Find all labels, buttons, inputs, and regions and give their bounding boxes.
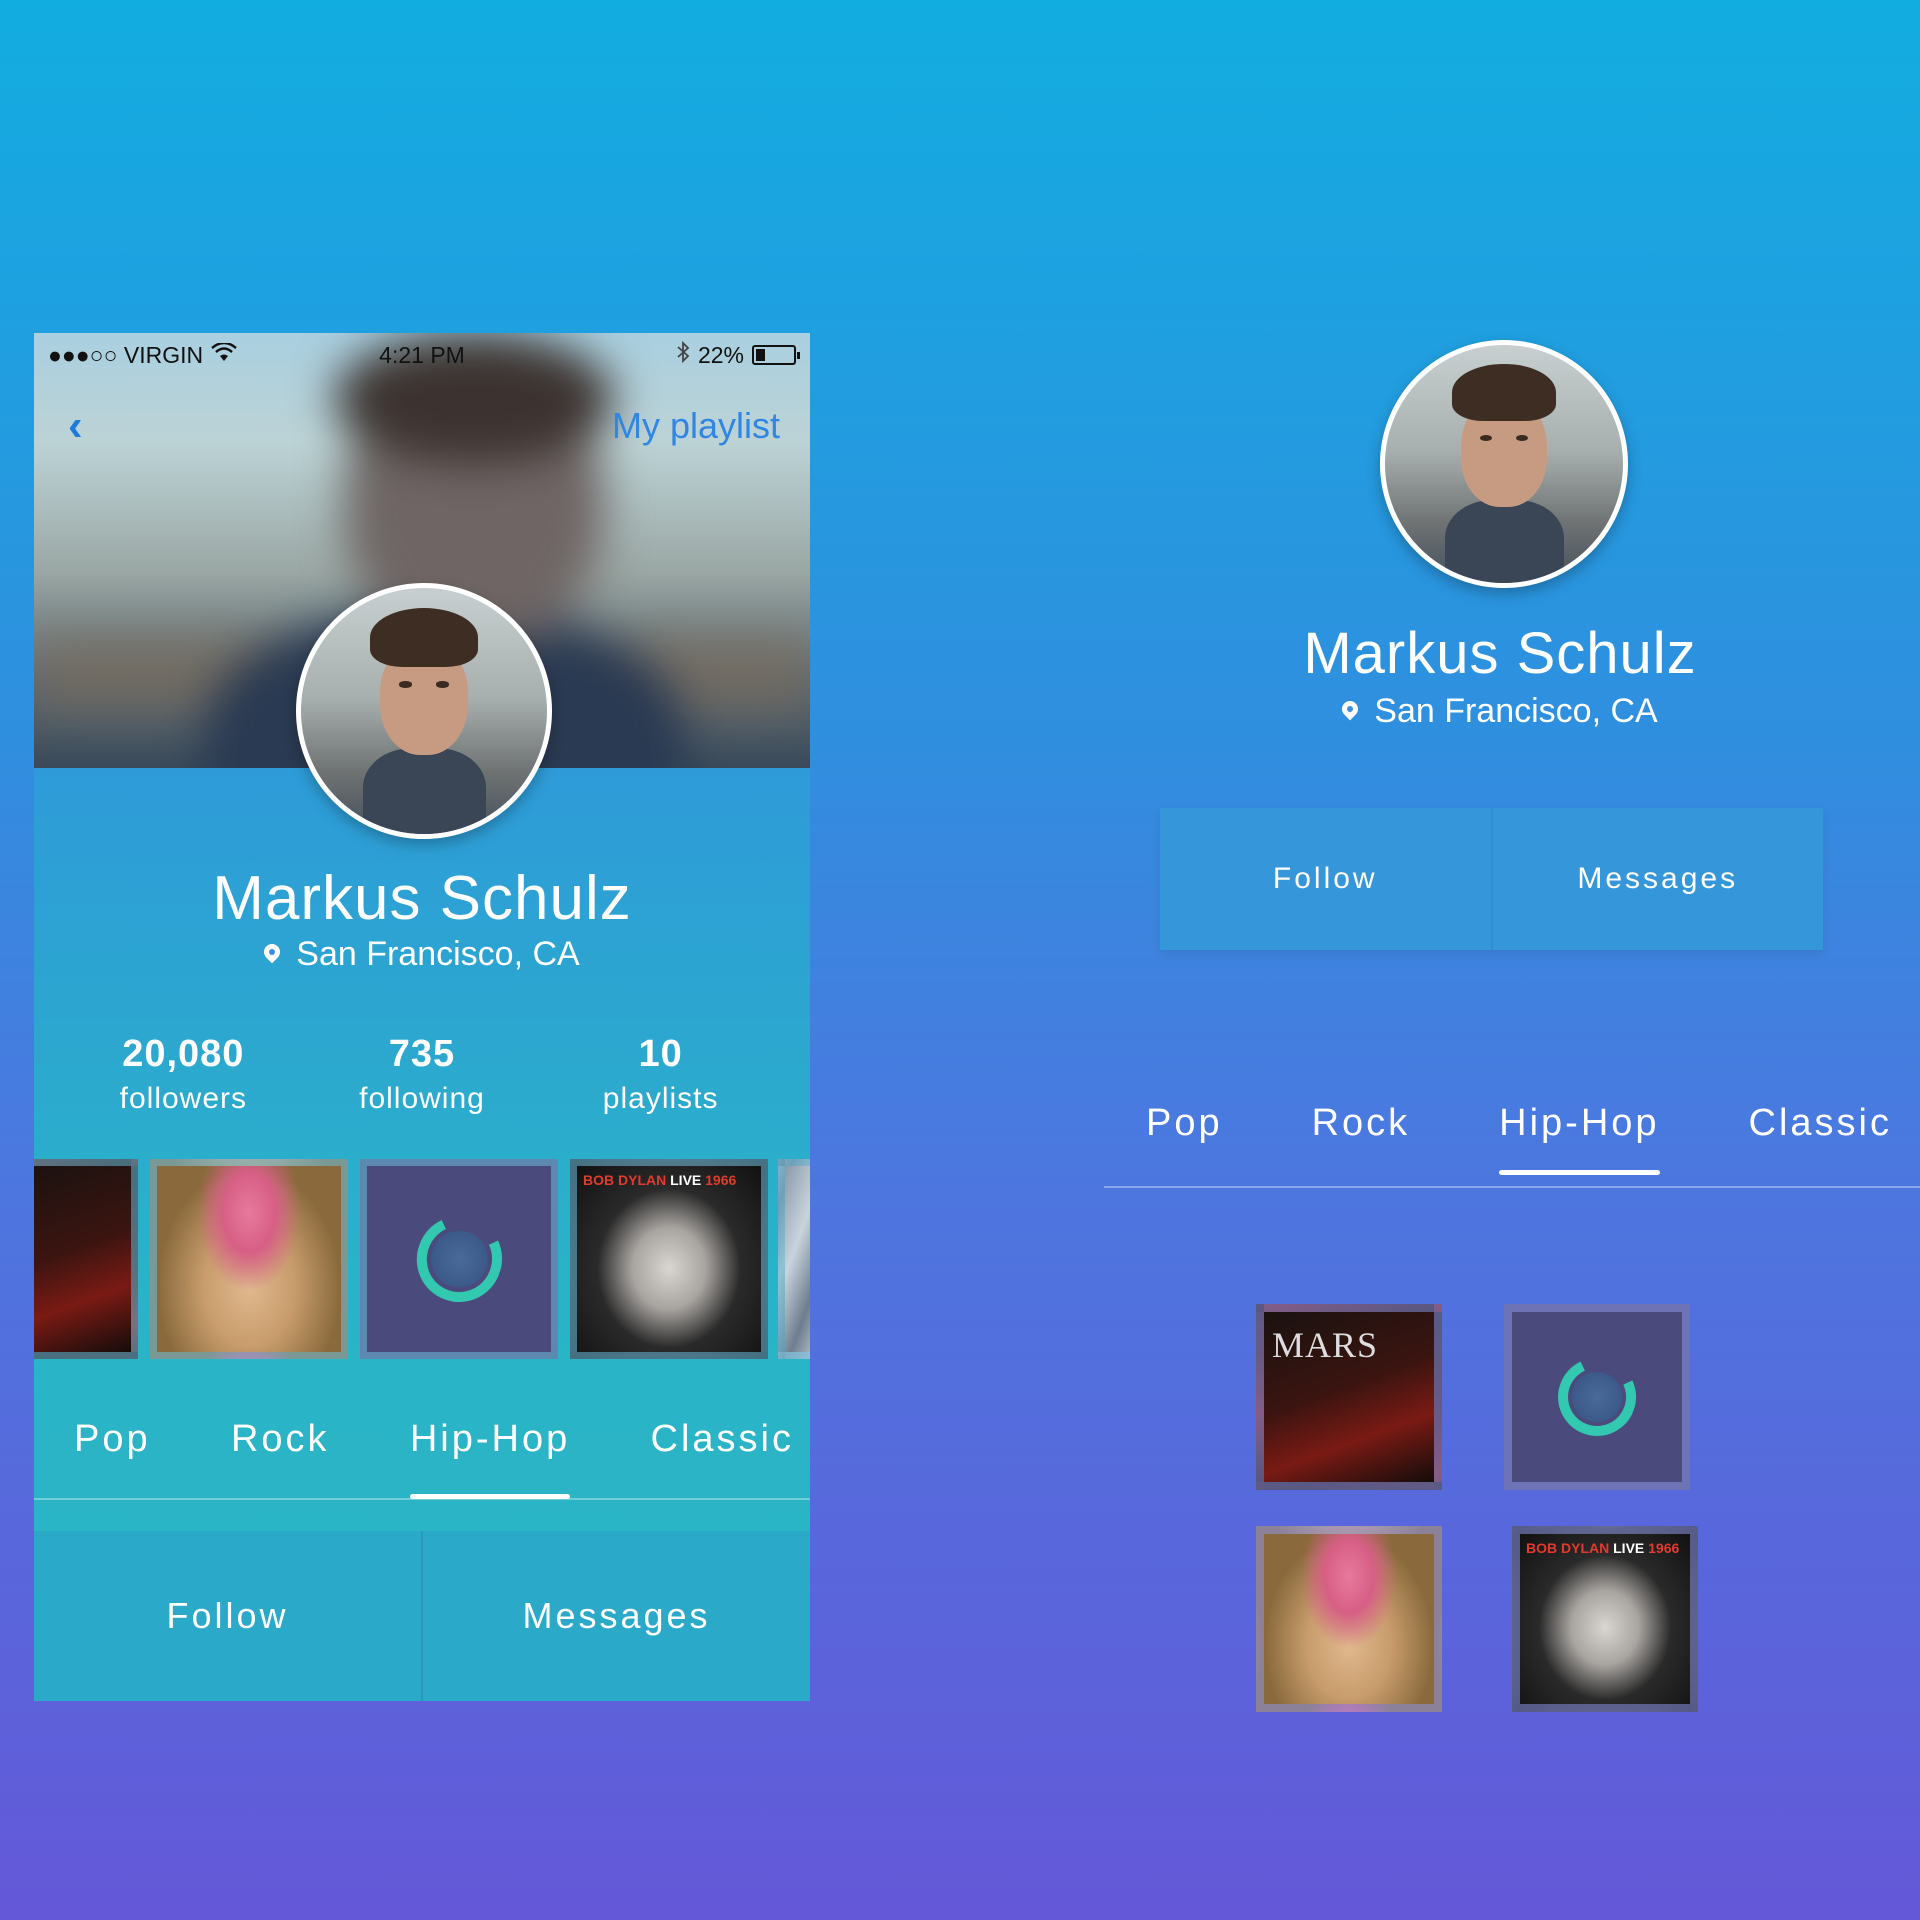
- album-tile-mars[interactable]: MARS: [1256, 1304, 1442, 1490]
- album-cover-mars[interactable]: [34, 1159, 138, 1359]
- location-pin-icon: [1342, 701, 1358, 723]
- genre-tabs-large: Pop Rock Hip-Hop Classic: [1146, 1102, 1892, 1175]
- stat-playlists[interactable]: 10 playlists: [561, 1033, 761, 1116]
- album-cover-sting[interactable]: [778, 1159, 810, 1359]
- album-cover-bob-dylan[interactable]: BOB DYLAN LIVE 1966: [570, 1159, 768, 1359]
- ring-artwork-icon: [1546, 1346, 1648, 1448]
- album-cover-lana-del-rey[interactable]: [150, 1159, 348, 1359]
- album-title: BOB DYLAN: [1526, 1540, 1610, 1556]
- profile-actions-card: Follow Messages: [1160, 808, 1823, 950]
- profile-stats: 20,080 followers 735 following 10 playli…: [34, 1033, 810, 1116]
- profile-name-large: Markus Schulz: [1303, 621, 1697, 686]
- status-bar: ●●●○○ VIRGIN 4:21 PM 22%: [34, 333, 810, 377]
- profile-name: Markus Schulz: [212, 864, 632, 933]
- album-tile-ring[interactable]: [1504, 1304, 1690, 1490]
- profile-actions: Follow Messages: [34, 1531, 810, 1701]
- stat-following[interactable]: 735 following: [322, 1033, 522, 1116]
- album-title-live: LIVE: [670, 1172, 702, 1188]
- messages-button-large[interactable]: Messages: [1490, 808, 1824, 950]
- stat-label: following: [359, 1082, 485, 1115]
- tab-hip-hop[interactable]: Hip-Hop: [1499, 1102, 1660, 1175]
- tabs-divider: [34, 1498, 810, 1500]
- tab-classic[interactable]: Classic: [1749, 1102, 1892, 1145]
- stat-label: followers: [119, 1082, 248, 1115]
- battery-percent: 22%: [697, 341, 744, 368]
- follow-button-large[interactable]: Follow: [1160, 808, 1491, 950]
- bluetooth-icon: [676, 340, 690, 369]
- album-title: MARS: [1272, 1325, 1379, 1365]
- stat-value: 10: [638, 1033, 683, 1075]
- album-year: 1966: [705, 1172, 737, 1188]
- tab-hip-hop[interactable]: Hip-Hop: [409, 1418, 571, 1499]
- profile-location-large: San Francisco, CA: [1100, 692, 1900, 731]
- ring-artwork-icon: [404, 1204, 514, 1314]
- location-text: San Francisco, CA: [296, 935, 580, 973]
- album-cover-ring[interactable]: [360, 1159, 558, 1359]
- tab-classic[interactable]: Classic: [651, 1418, 794, 1461]
- profile-location: San Francisco, CA: [34, 935, 810, 974]
- genre-tabs: Pop Rock Hip-Hop Classic: [74, 1418, 794, 1499]
- album-carousel[interactable]: BOB DYLAN LIVE 1966: [34, 1159, 810, 1359]
- avatar-large[interactable]: [1380, 340, 1628, 588]
- location-pin-icon: [264, 944, 280, 966]
- album-title-live: LIVE: [1613, 1540, 1645, 1556]
- stat-followers[interactable]: 20,080 followers: [83, 1033, 283, 1116]
- chevron-left-icon: ‹: [68, 401, 83, 450]
- battery-icon: [752, 345, 800, 365]
- album-tile-lana-del-rey[interactable]: [1256, 1526, 1442, 1712]
- tab-pop[interactable]: Pop: [74, 1418, 151, 1461]
- stat-label: playlists: [602, 1082, 719, 1115]
- tabs-divider: [1104, 1186, 1920, 1188]
- tab-pop[interactable]: Pop: [1146, 1102, 1223, 1145]
- wifi-icon: [211, 341, 237, 369]
- album-year: 1966: [1648, 1540, 1680, 1556]
- follow-button[interactable]: Follow: [34, 1531, 421, 1701]
- album-title: BOB DYLAN: [583, 1172, 667, 1188]
- album-tile-bob-dylan[interactable]: BOB DYLAN LIVE 1966: [1512, 1526, 1698, 1712]
- back-button[interactable]: ‹: [68, 401, 83, 451]
- phone-screen: ●●●○○ VIRGIN 4:21 PM 22% ‹ My playlist M…: [34, 333, 810, 1701]
- location-text: San Francisco, CA: [1374, 692, 1658, 730]
- avatar[interactable]: [296, 583, 552, 839]
- messages-button[interactable]: Messages: [421, 1531, 810, 1701]
- stat-value: 735: [388, 1033, 456, 1075]
- my-playlist-link[interactable]: My playlist: [612, 405, 780, 447]
- tab-rock[interactable]: Rock: [231, 1418, 330, 1461]
- tab-rock[interactable]: Rock: [1312, 1102, 1411, 1145]
- carrier-label: ●●●○○ VIRGIN: [48, 341, 204, 368]
- stat-value: 20,080: [122, 1033, 245, 1075]
